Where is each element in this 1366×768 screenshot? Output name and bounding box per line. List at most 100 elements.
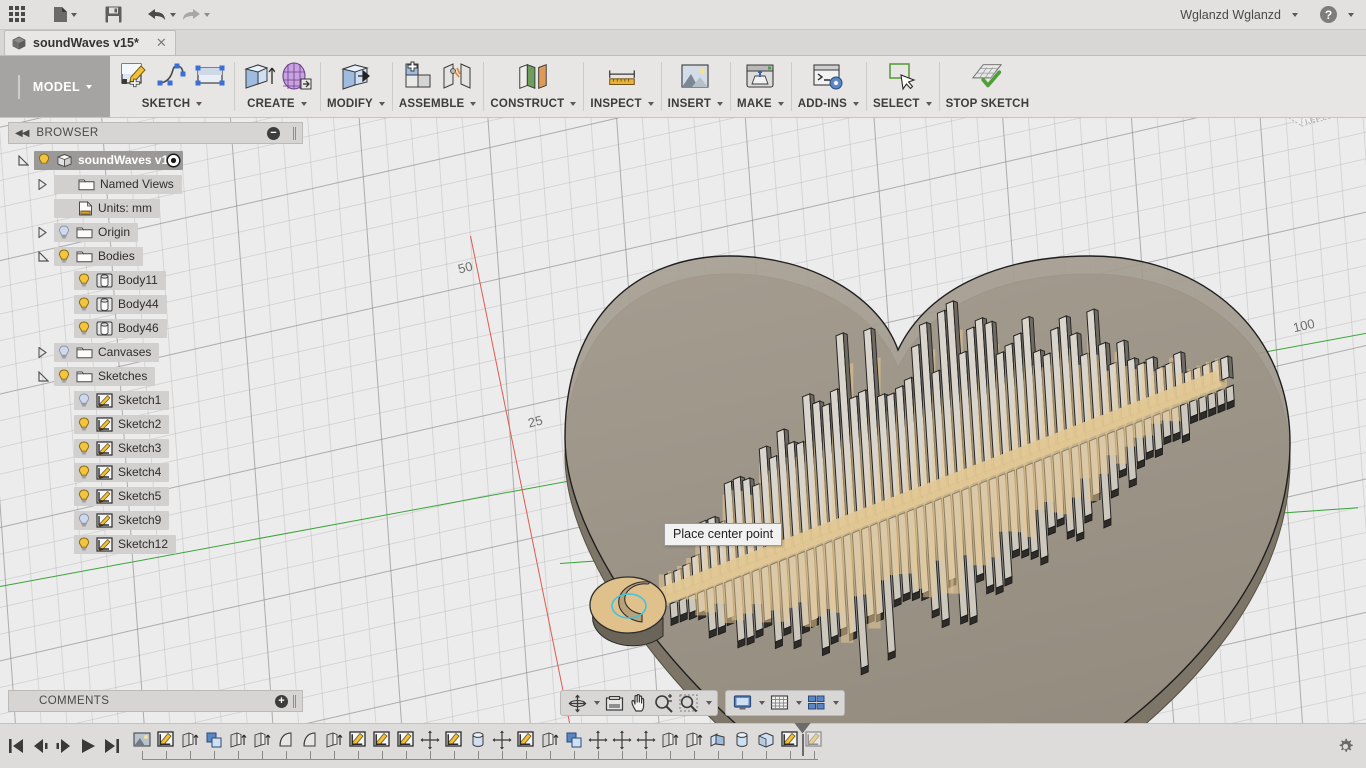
visibility-bulb-icon[interactable] <box>77 416 91 432</box>
timeline-feature-move-21[interactable] <box>634 727 658 753</box>
jump-start-icon[interactable] <box>4 733 28 759</box>
visibility-bulb-icon[interactable] <box>77 392 91 408</box>
visibility-bulb-icon[interactable] <box>77 512 91 528</box>
step-forward-icon[interactable] <box>52 733 76 759</box>
visibility-bulb-icon[interactable] <box>77 296 91 312</box>
browser-panel[interactable]: ◀◀ BROWSER − soundWaves v15 Named Views Un… <box>8 122 303 556</box>
chevron-down-icon[interactable] <box>833 701 839 705</box>
hanging-hole-cylinder[interactable] <box>589 576 667 647</box>
timeline-track[interactable] <box>130 722 850 768</box>
browser-minimize-icon[interactable]: − <box>267 126 280 140</box>
undo-icon[interactable] <box>144 1 178 29</box>
browser-node-sketch12[interactable]: Sketch12 <box>8 532 303 556</box>
ribbon-panel-label[interactable]: INSERT <box>668 98 724 110</box>
browser-node-sketch1[interactable]: Sketch1 <box>8 388 303 412</box>
timeline-feature-fillet-18[interactable] <box>562 727 586 753</box>
quick-access-toolbar[interactable]: Wglanzd Wglanzd ? <box>0 0 1366 30</box>
insert-canvas-icon[interactable] <box>678 59 712 93</box>
ribbon-panel-construct[interactable]: CONSTRUCT <box>483 56 583 117</box>
timeline-feature-extrude-17[interactable] <box>538 727 562 753</box>
timeline-playback-controls[interactable] <box>0 733 124 759</box>
browser-node-named-views[interactable]: Named Views <box>8 172 303 196</box>
ribbon-panel-assemble[interactable]: ASSEMBLE <box>391 56 484 117</box>
timeline-feature-list[interactable] <box>130 724 850 754</box>
timeline-feature-revolve-7[interactable] <box>298 727 322 753</box>
browser-node-sketch3[interactable]: Sketch3 <box>8 436 303 460</box>
redo-icon[interactable] <box>178 1 212 29</box>
chevron-down-icon[interactable] <box>1348 12 1354 17</box>
timeline-feature-cylinder-25[interactable] <box>730 727 754 753</box>
ribbon-panel-stop-sketch[interactable]: STOP SKETCH <box>938 56 1037 117</box>
visibility-bulb-icon[interactable] <box>37 152 51 168</box>
timeline-feature-extrude-23[interactable] <box>682 727 706 753</box>
new-component-icon[interactable] <box>402 59 436 93</box>
ribbon-panel-label[interactable]: SKETCH <box>142 98 203 110</box>
browser-tree[interactable]: soundWaves v15 Named Views Units: mm Origin… <box>8 148 303 556</box>
timeline-feature-sketch-9[interactable] <box>346 727 370 753</box>
view-cube[interactable]: TOP LEFT <box>1272 118 1348 146</box>
timeline-bar[interactable] <box>0 722 1366 768</box>
chevron-down-icon[interactable] <box>169 12 176 17</box>
browser-node-body44[interactable]: Body44 <box>8 292 303 316</box>
timeline-feature-sketch-11[interactable] <box>394 727 418 753</box>
navigation-group-display[interactable] <box>725 690 845 716</box>
timeline-feature-combine-24[interactable] <box>706 727 730 753</box>
timeline-feature-insert-canvas-0[interactable] <box>130 727 154 753</box>
gear-icon[interactable] <box>1337 738 1354 755</box>
chevron-down-icon[interactable] <box>203 12 210 17</box>
viewports-icon[interactable] <box>805 692 827 714</box>
timeline-feature-sketch-13[interactable] <box>442 727 466 753</box>
chevron-down-icon[interactable] <box>796 701 802 705</box>
browser-node-soundwaves-v15[interactable]: soundWaves v15 <box>8 148 303 172</box>
timeline-feature-move-12[interactable] <box>418 727 442 753</box>
visibility-bulb-icon[interactable] <box>77 440 91 456</box>
rectangle-icon[interactable] <box>193 59 227 93</box>
timeline-settings-button[interactable] <box>1337 738 1366 755</box>
browser-node-body11[interactable]: Body11 <box>8 268 303 292</box>
ribbon-panel-label[interactable]: MODIFY <box>327 98 385 110</box>
ribbon-panel-label[interactable]: SELECT <box>873 98 932 110</box>
timeline-feature-box-26[interactable] <box>754 727 778 753</box>
tree-expand-icon[interactable] <box>38 178 54 190</box>
chevron-down-icon[interactable] <box>925 102 932 106</box>
timeline-feature-sketch-16[interactable] <box>514 727 538 753</box>
play-icon[interactable] <box>76 733 100 759</box>
collapse-panel-icon[interactable]: ◀◀ <box>15 128 29 139</box>
offset-plane-icon[interactable] <box>516 59 550 93</box>
timeline-feature-sketch-1[interactable] <box>154 727 178 753</box>
orbit-icon[interactable] <box>566 692 588 714</box>
timeline-feature-extrude-2[interactable] <box>178 727 202 753</box>
ribbon-panel-label[interactable]: MAKE <box>737 98 784 110</box>
zoom-icon[interactable] <box>653 692 675 714</box>
display-settings-icon[interactable] <box>731 692 753 714</box>
ribbon-panel-label[interactable]: STOP SKETCH <box>946 98 1030 110</box>
chevron-down-icon[interactable] <box>470 102 477 106</box>
tree-collapse-icon[interactable] <box>18 154 34 166</box>
extrude-icon[interactable] <box>241 59 275 93</box>
document-tab-soundwaves[interactable]: soundWaves v15* ✕ <box>4 30 176 55</box>
save-icon[interactable] <box>96 1 130 29</box>
step-back-icon[interactable] <box>28 733 52 759</box>
tree-expand-icon[interactable] <box>38 346 54 358</box>
chevron-down-icon[interactable] <box>759 701 765 705</box>
browser-node-sketch4[interactable]: Sketch4 <box>8 460 303 484</box>
ribbon-panel-label[interactable]: ADD-INS <box>798 98 860 110</box>
ribbon-panel-create[interactable]: CREATE <box>234 56 320 117</box>
ribbon-panel-select[interactable]: SELECT <box>866 56 939 117</box>
browser-node-origin[interactable]: Origin <box>8 220 303 244</box>
browser-node-canvases[interactable]: Canvases <box>8 340 303 364</box>
timeline-feature-cylinder-14[interactable] <box>466 727 490 753</box>
chevron-down-icon[interactable] <box>717 102 724 106</box>
select-cursor-icon[interactable] <box>885 59 919 93</box>
ribbon-panel-modify[interactable]: MODIFY <box>320 56 392 117</box>
chevron-down-icon[interactable] <box>196 102 203 106</box>
stop-sketch-icon[interactable] <box>970 59 1004 93</box>
scripts-addins-icon[interactable] <box>811 59 845 93</box>
visibility-bulb-icon[interactable] <box>77 488 91 504</box>
tree-collapse-icon[interactable] <box>38 370 54 382</box>
jump-end-icon[interactable] <box>100 733 124 759</box>
ribbon-panel-make[interactable]: MAKE <box>730 56 791 117</box>
timeline-feature-extrude-22[interactable] <box>658 727 682 753</box>
browser-node-sketch9[interactable]: Sketch9 <box>8 508 303 532</box>
timeline-playhead[interactable] <box>794 722 811 756</box>
